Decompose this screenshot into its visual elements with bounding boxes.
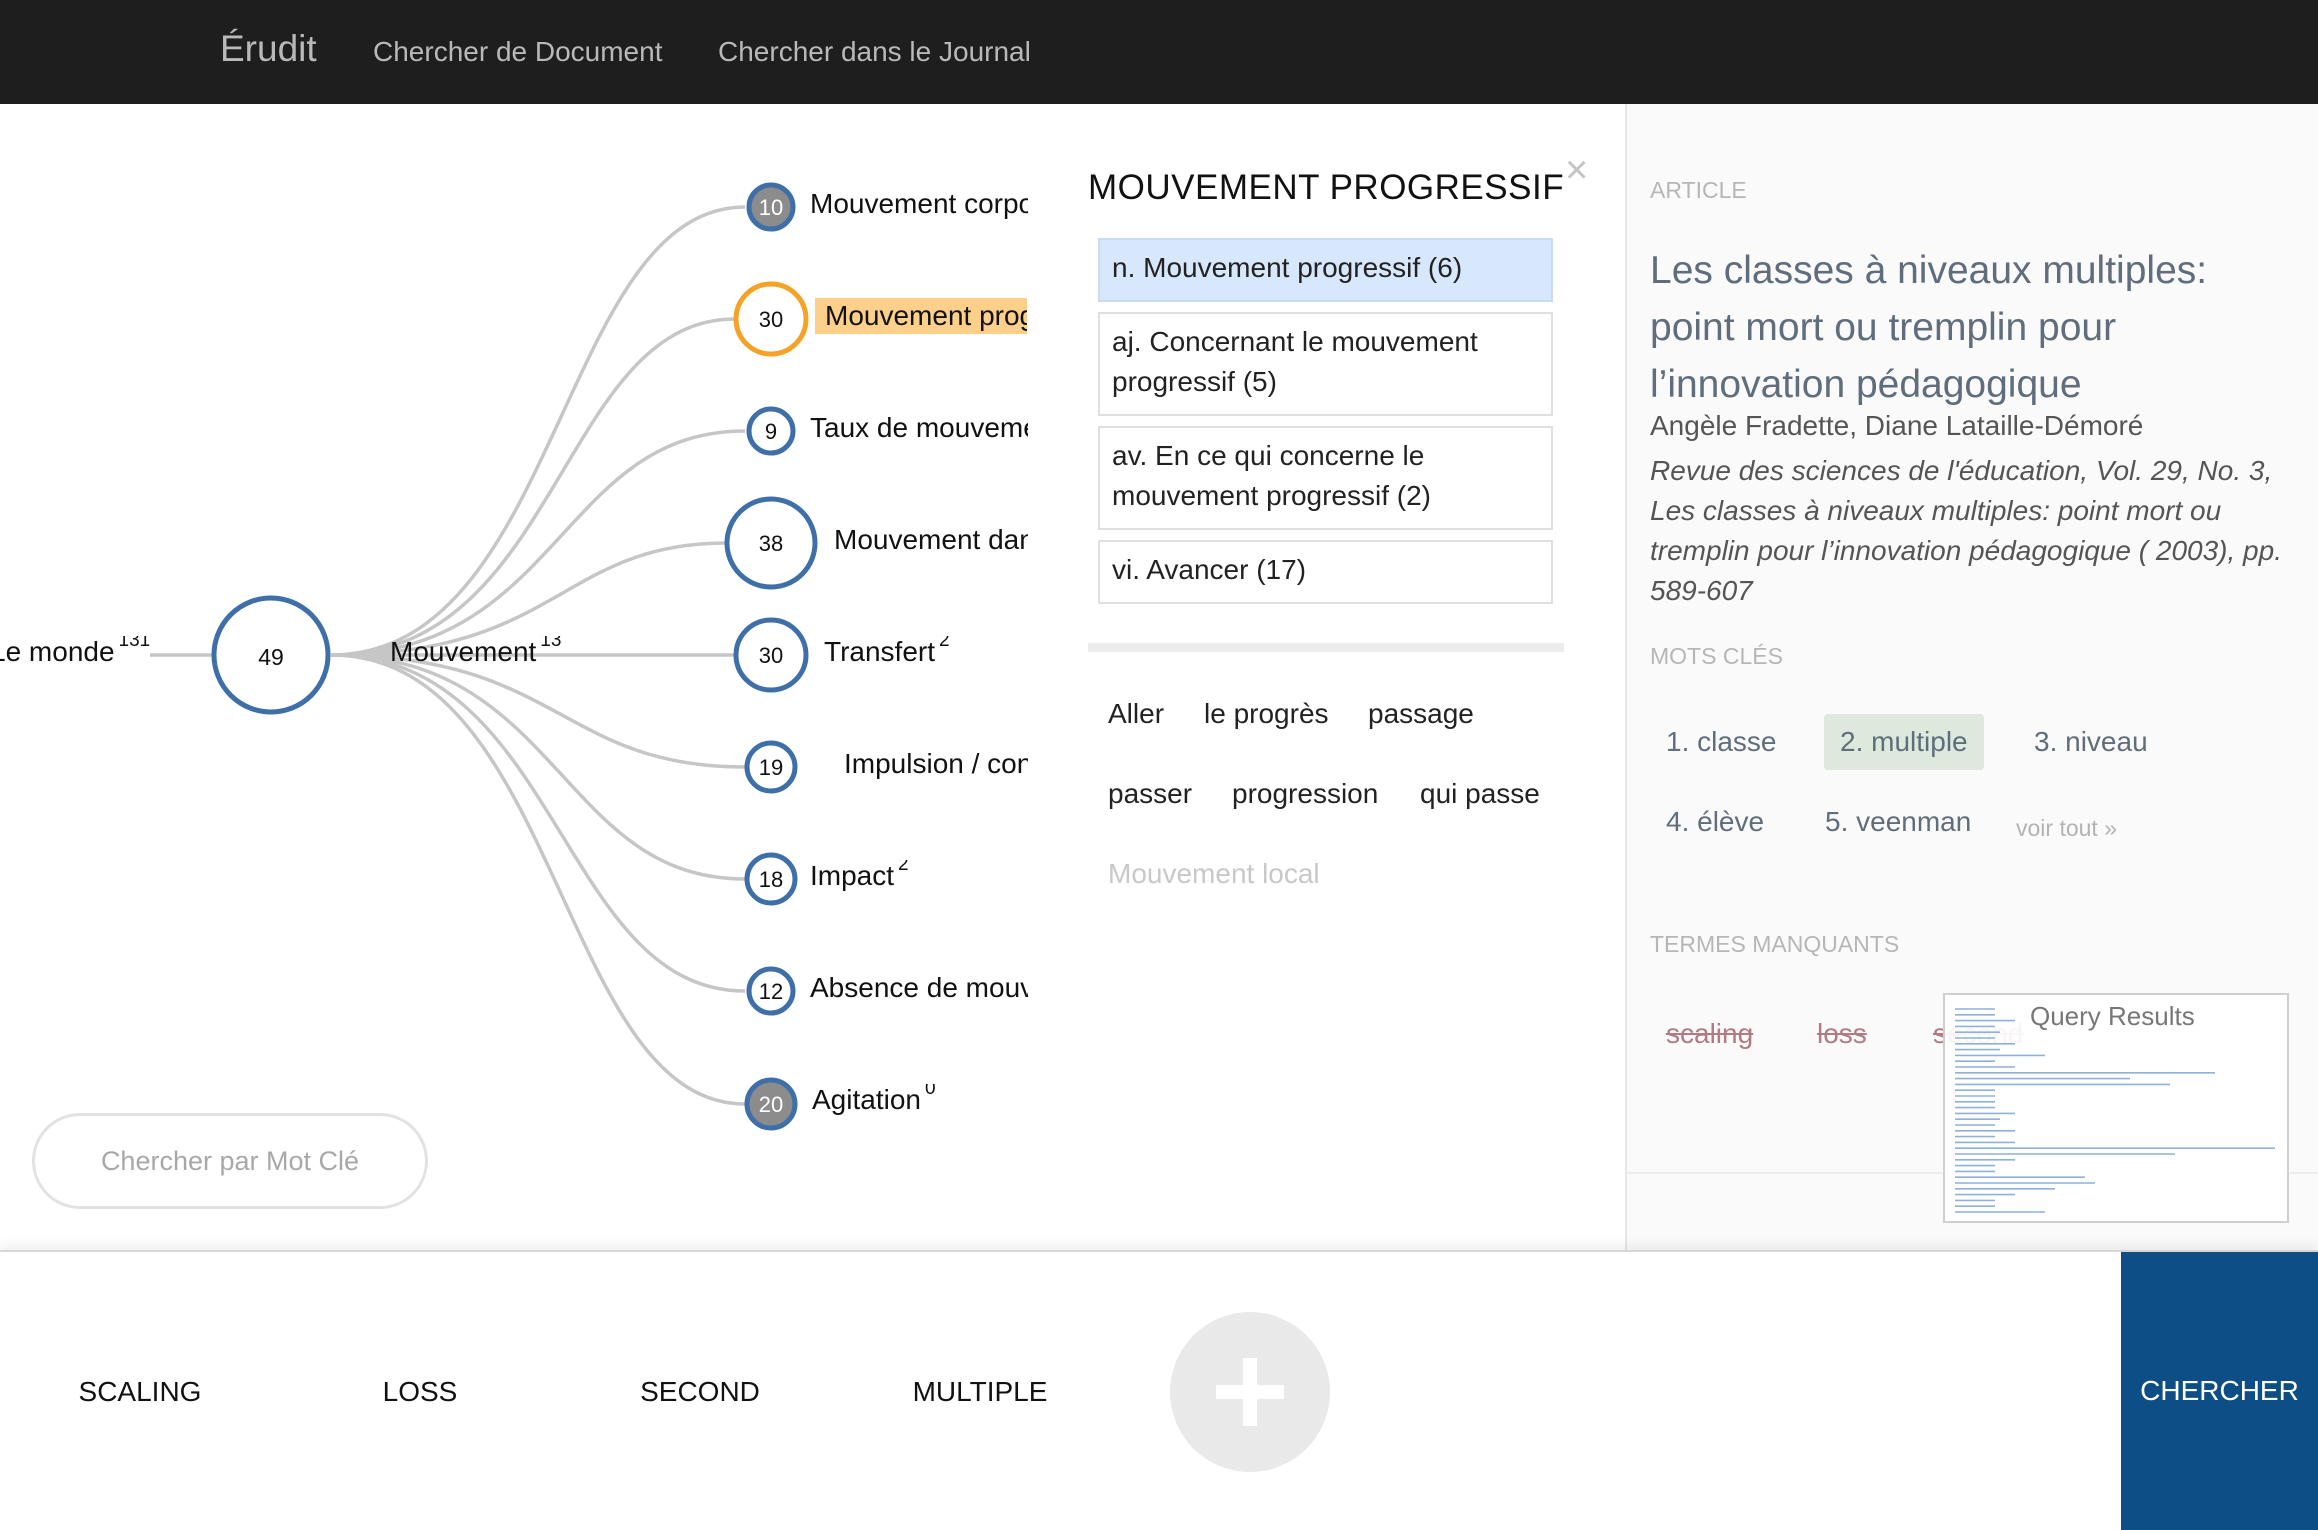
graph-child-value: 18 [759, 867, 783, 892]
query-results-minimap[interactable]: Query Results [1943, 993, 2289, 1223]
nav-link-journal-search[interactable]: Chercher dans le Journal [718, 36, 1031, 68]
article-section-label: ARTICLE [1650, 177, 1747, 203]
graph-child-value: 9 [765, 419, 777, 444]
top-navbar: Érudit Chercher de Document Chercher dan… [0, 0, 2318, 104]
missing-terms-section-label: TERMES MANQUANTS [1650, 931, 1900, 957]
sense-option[interactable]: n. Mouvement progressif (6) [1098, 238, 1553, 302]
synonym-chip[interactable]: passer [1108, 778, 1192, 810]
keyword-chip-active[interactable]: 2. multiple [1824, 714, 1984, 770]
concept-graph: 49 10 30 9 38 30 19 18 12 20 Le monde 131 Mouveme… [0, 104, 1030, 1250]
synonym-chip[interactable]: le progrès [1204, 698, 1329, 730]
article-authors: Angèle Fradette, Diane Lataille-Démoré [1650, 410, 2144, 441]
sense-panel-title: MOUVEMENT PROGRESSIF [1088, 168, 1565, 207]
sense-option[interactable]: av. En ce qui concerne le mouvement prog… [1098, 426, 1553, 530]
graph-child-value: 19 [759, 755, 783, 780]
missing-term: scaling [1666, 1018, 1754, 1049]
graph-child-label[interactable]: Impact 2 [810, 860, 909, 892]
graph-child-value: 38 [759, 531, 783, 556]
sense-option[interactable]: vi. Avancer (17) [1098, 540, 1553, 604]
synonym-chip[interactable]: Aller [1108, 698, 1164, 730]
sense-divider [1088, 643, 1564, 652]
graph-child-value: 30 [759, 307, 783, 332]
graph-edge [330, 205, 746, 657]
see-all-keywords-link[interactable]: voir tout » [2016, 815, 2117, 842]
keywords-section-label: MOTS CLÉS [1650, 643, 1783, 669]
keyword-search-input[interactable]: Chercher par Mot Clé [32, 1113, 428, 1209]
keyword-chip[interactable]: 5. veenman [1809, 794, 1987, 850]
minimap-title: Query Results [2030, 1001, 2195, 1031]
graph-child-label[interactable]: Impulsion / conduite [844, 748, 1028, 780]
query-term[interactable]: SCALING [30, 1376, 250, 1408]
add-term-plus-icon[interactable] [1170, 1312, 1330, 1472]
search-button[interactable]: CHERCHER [2121, 1252, 2318, 1530]
article-title-link[interactable]: Les classes à niveaux multiples: point m… [1650, 242, 2290, 413]
graph-child-value: 10 [759, 195, 783, 220]
graph-edge [330, 653, 746, 993]
graph-child-label[interactable]: Agitation 0 [812, 1084, 936, 1116]
graph-child-label[interactable]: Absence de mouvement [810, 972, 1028, 1004]
graph-child-value: 20 [759, 1092, 783, 1117]
query-term[interactable]: SECOND [590, 1376, 810, 1408]
missing-term: loss [1817, 1018, 1867, 1049]
synonym-chip[interactable]: progression [1232, 778, 1378, 810]
graph-edge [330, 653, 746, 1106]
graph-edges: 49 10 30 9 38 30 19 18 12 20 [150, 182, 818, 1131]
brand-logo[interactable]: Érudit [220, 28, 317, 70]
sense-option[interactable]: aj. Concernant le mouvement progressif (… [1098, 312, 1553, 416]
graph-child-label[interactable]: Mouvement corporel [810, 188, 1028, 220]
graph-child-label[interactable]: Taux de mouvement [810, 412, 1028, 444]
keyword-chip[interactable]: 3. niveau [2018, 714, 2164, 770]
close-icon[interactable]: × [1565, 150, 1588, 190]
synonym-chip[interactable]: passage [1368, 698, 1474, 730]
query-term[interactable]: MULTIPLE [870, 1376, 1090, 1408]
graph-child-value: 30 [759, 643, 783, 668]
graph-child-label[interactable]: Mouvement dans l'espace [834, 524, 1028, 556]
graph-root-label[interactable]: Le monde 131 [0, 636, 150, 668]
graph-center-label[interactable]: Mouvement 13 [390, 636, 561, 668]
synonym-chip-disabled: Mouvement local [1108, 858, 1320, 889]
graph-edge [330, 317, 736, 657]
graph-child-label-highlighted[interactable]: Mouvement progressif [815, 298, 1027, 334]
query-term[interactable]: LOSS [310, 1376, 530, 1408]
keyword-chip[interactable]: 4. élève [1650, 794, 1780, 850]
graph-center-value: 49 [258, 644, 284, 670]
article-citation: Revue des sciences de l'éducation, Vol. … [1650, 455, 2282, 606]
nav-link-document-search[interactable]: Chercher de Document [373, 36, 662, 68]
keyword-chip[interactable]: 1. classe [1650, 714, 1793, 770]
synonym-chip[interactable]: qui passe [1420, 778, 1540, 810]
graph-child-value: 12 [759, 979, 783, 1004]
graph-child-label[interactable]: Transfert 2 [824, 636, 950, 668]
